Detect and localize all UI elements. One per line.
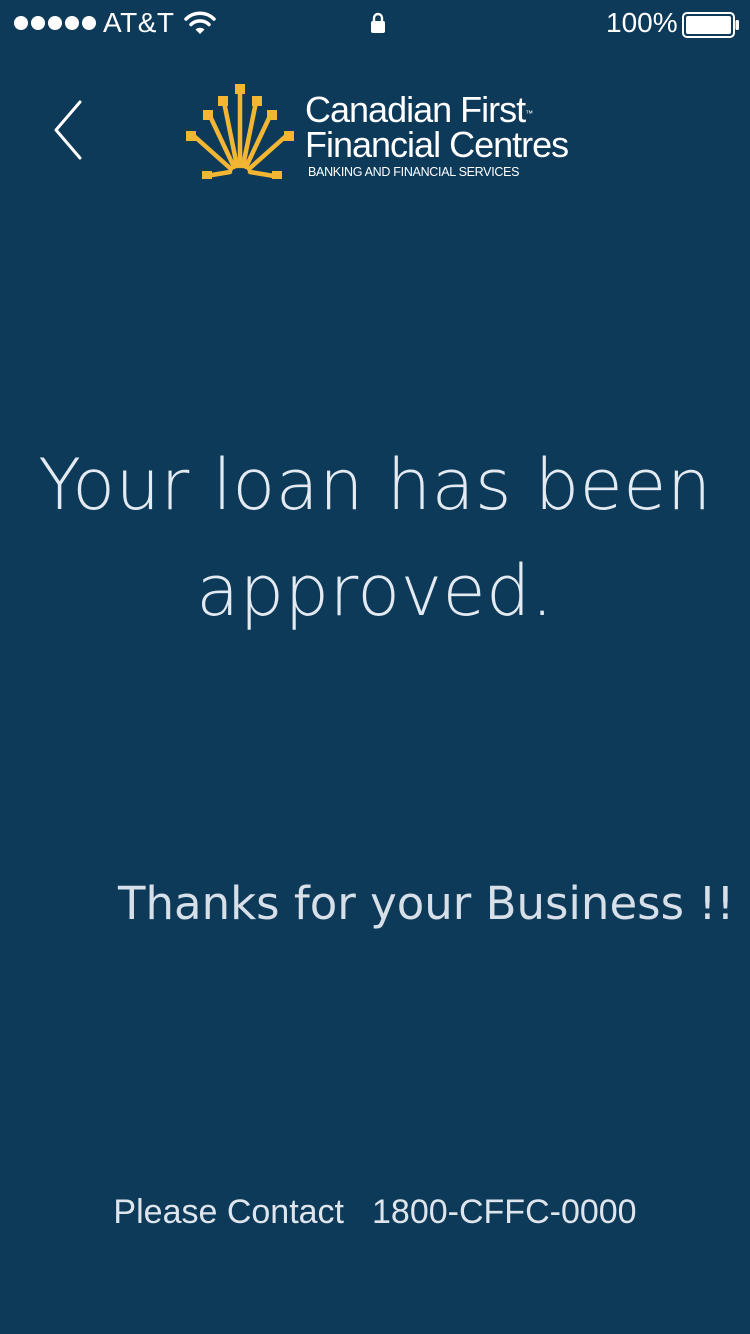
chevron-left-icon <box>54 100 82 160</box>
logo-line1: Canadian First™ <box>305 89 533 130</box>
contact-phone-link[interactable]: 1800-CFFC-0000 <box>372 1193 637 1231</box>
thanks-message: Thanks for your Business !! <box>118 877 735 930</box>
starburst-logo-icon <box>186 84 294 179</box>
contact-label: Please Contact <box>113 1193 345 1231</box>
headline-line2: approved. <box>196 550 554 632</box>
approval-headline: Your loan has been approved. <box>0 432 750 644</box>
battery-percentage: 100% <box>606 7 678 38</box>
logo-wordmark: Canadian First™ Financial Centres BANKIN… <box>305 89 569 181</box>
status-bar: AT&T 100% <box>0 0 750 48</box>
contact-line: Please Contact 1800-CFFC-0000 <box>0 1190 750 1234</box>
battery-icon <box>682 12 739 38</box>
back-button[interactable] <box>44 96 94 166</box>
logo-line2: Financial Centres <box>305 124 569 165</box>
signal-strength-icon <box>14 16 96 30</box>
lock-icon <box>371 12 385 33</box>
wifi-icon <box>184 11 216 34</box>
headline-line1: Your loan has been <box>38 444 712 526</box>
logo-tagline: BANKING AND FINANCIAL SERVICES <box>308 165 520 179</box>
carrier-name: AT&T <box>103 7 175 38</box>
